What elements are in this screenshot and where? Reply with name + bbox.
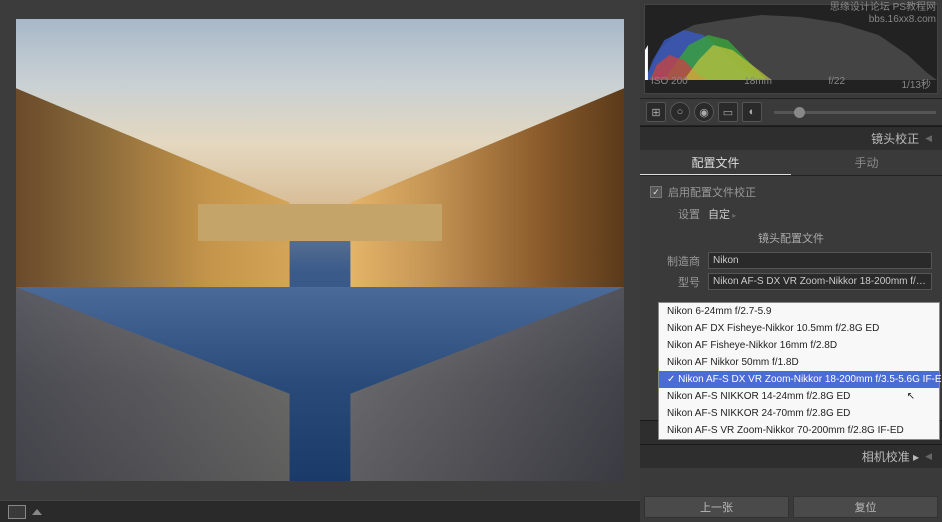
reset-button[interactable]: 复位: [793, 496, 938, 518]
spot-tool-icon[interactable]: ○: [670, 102, 690, 122]
histogram-shutter: 1/13秒: [902, 76, 931, 91]
enable-profile-label: 启用配置文件校正: [668, 184, 756, 200]
lens-tabs: 配置文件 手动: [640, 150, 942, 176]
filmstrip-toolbar: [0, 500, 640, 522]
prev-button[interactable]: 上一张: [644, 496, 789, 518]
crop-tool-icon[interactable]: ⊞: [646, 102, 666, 122]
make-dropdown[interactable]: Nikon: [708, 252, 932, 269]
tab-manual[interactable]: 手动: [791, 150, 942, 175]
photo-viewport: [0, 0, 640, 500]
enable-profile-checkbox[interactable]: ✓: [650, 186, 662, 198]
filmstrip-toggle-icon[interactable]: [32, 509, 42, 515]
lens-profile-title: 镜头配置文件: [650, 230, 932, 246]
model-label: 型号: [650, 274, 700, 290]
lens-option[interactable]: Nikon AF-S VR Zoom-Nikkor 70-200mm f/2.8…: [659, 422, 939, 439]
brush-tool-icon[interactable]: ◐: [742, 102, 762, 122]
camera-calibration-header[interactable]: 相机校准 ▸: [640, 444, 942, 468]
make-label: 制造商: [650, 253, 700, 269]
setup-dropdown[interactable]: 自定: [708, 206, 736, 222]
watermark: 思缘设计论坛 PS教程网 bbs.16xx8.com: [830, 2, 936, 26]
tool-strip: ⊞ ○ ◉ ▭ ◐: [640, 98, 942, 126]
lens-option[interactable]: Nikon AF-S NIKKOR 24-70mm f/2.8G ED: [659, 405, 939, 422]
lens-model-dropdown-list: Nikon 6-24mm f/2.7-5.9 Nikon AF DX Fishe…: [658, 302, 940, 440]
histogram-iso: ISO 200: [651, 76, 688, 91]
preview-image[interactable]: [16, 19, 624, 481]
develop-panel: 思缘设计论坛 PS教程网 bbs.16xx8.com ISO 200 18mm …: [640, 0, 942, 522]
gradient-tool-icon[interactable]: ▭: [718, 102, 738, 122]
setup-label: 设置: [650, 206, 700, 222]
lens-correction-header[interactable]: 镜头校正: [640, 126, 942, 150]
lens-option[interactable]: Nikon 6-24mm f/2.7-5.9: [659, 303, 939, 320]
lens-option[interactable]: Nikon AF DX Fisheye-Nikkor 10.5mm f/2.8G…: [659, 320, 939, 337]
profile-panel-body: ✓ 启用配置文件校正 设置 自定 镜头配置文件 制造商 Nikon 型号 Nik…: [640, 176, 942, 302]
lens-option[interactable]: Nikon AF Nikkor 50mm f/1.8D: [659, 354, 939, 371]
tool-slider[interactable]: [774, 111, 936, 114]
view-mode-icon[interactable]: [8, 505, 26, 519]
lens-option[interactable]: Nikon AF Fisheye-Nikkor 16mm f/2.8D: [659, 337, 939, 354]
lens-option[interactable]: Nikon AF-S NIKKOR 14-24mm f/2.8G ED↖: [659, 388, 939, 405]
redeye-tool-icon[interactable]: ◉: [694, 102, 714, 122]
lens-option[interactable]: ✓ Nikon AF-S DX VR Zoom-Nikkor 18-200mm …: [659, 371, 939, 388]
model-dropdown[interactable]: Nikon AF-S DX VR Zoom-Nikkor 18-200mm f/…: [708, 273, 932, 290]
tab-profile[interactable]: 配置文件: [640, 150, 791, 175]
histogram-focal: 18mm: [744, 76, 772, 91]
histogram-aperture: f/22: [828, 76, 845, 91]
